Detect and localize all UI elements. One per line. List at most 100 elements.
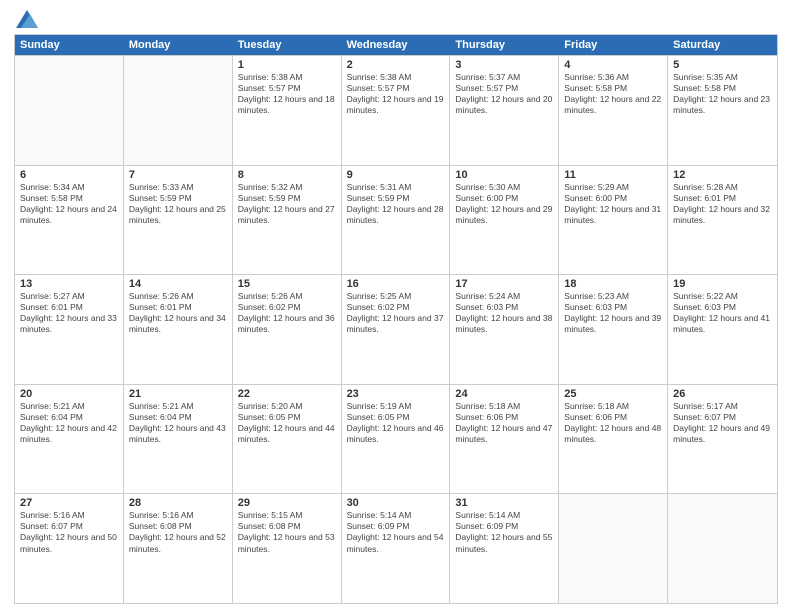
calendar-cell-20: 20Sunrise: 5:21 AM Sunset: 6:04 PM Dayli… [15,385,124,494]
calendar-cell-30: 30Sunrise: 5:14 AM Sunset: 6:09 PM Dayli… [342,494,451,603]
header [14,10,778,28]
day-info: Sunrise: 5:38 AM Sunset: 5:57 PM Dayligh… [347,72,445,116]
calendar-week-1: 1Sunrise: 5:38 AM Sunset: 5:57 PM Daylig… [15,55,777,165]
day-info: Sunrise: 5:25 AM Sunset: 6:02 PM Dayligh… [347,291,445,335]
day-info: Sunrise: 5:16 AM Sunset: 6:07 PM Dayligh… [20,510,118,554]
day-info: Sunrise: 5:33 AM Sunset: 5:59 PM Dayligh… [129,182,227,226]
day-number: 14 [129,278,227,290]
day-info: Sunrise: 5:30 AM Sunset: 6:00 PM Dayligh… [455,182,553,226]
logo [14,10,38,28]
calendar-cell-5: 5Sunrise: 5:35 AM Sunset: 5:58 PM Daylig… [668,56,777,165]
calendar-cell-15: 15Sunrise: 5:26 AM Sunset: 6:02 PM Dayli… [233,275,342,384]
calendar-cell-12: 12Sunrise: 5:28 AM Sunset: 6:01 PM Dayli… [668,166,777,275]
day-number: 31 [455,497,553,509]
calendar-cell-23: 23Sunrise: 5:19 AM Sunset: 6:05 PM Dayli… [342,385,451,494]
header-day-monday: Monday [124,35,233,55]
day-number: 28 [129,497,227,509]
day-number: 8 [238,169,336,181]
logo-icon [16,10,38,28]
day-info: Sunrise: 5:32 AM Sunset: 5:59 PM Dayligh… [238,182,336,226]
calendar-cell-empty-6 [668,494,777,603]
day-number: 4 [564,59,662,71]
day-number: 25 [564,388,662,400]
header-day-friday: Friday [559,35,668,55]
calendar-cell-empty-0 [15,56,124,165]
day-number: 10 [455,169,553,181]
page-container: SundayMondayTuesdayWednesdayThursdayFrid… [0,0,792,612]
calendar-cell-26: 26Sunrise: 5:17 AM Sunset: 6:07 PM Dayli… [668,385,777,494]
header-day-saturday: Saturday [668,35,777,55]
header-day-thursday: Thursday [450,35,559,55]
calendar-week-2: 6Sunrise: 5:34 AM Sunset: 5:58 PM Daylig… [15,165,777,275]
day-number: 18 [564,278,662,290]
calendar-cell-22: 22Sunrise: 5:20 AM Sunset: 6:05 PM Dayli… [233,385,342,494]
day-info: Sunrise: 5:16 AM Sunset: 6:08 PM Dayligh… [129,510,227,554]
calendar-cell-21: 21Sunrise: 5:21 AM Sunset: 6:04 PM Dayli… [124,385,233,494]
calendar-cell-7: 7Sunrise: 5:33 AM Sunset: 5:59 PM Daylig… [124,166,233,275]
calendar-cell-24: 24Sunrise: 5:18 AM Sunset: 6:06 PM Dayli… [450,385,559,494]
calendar-body: 1Sunrise: 5:38 AM Sunset: 5:57 PM Daylig… [15,55,777,603]
calendar-cell-13: 13Sunrise: 5:27 AM Sunset: 6:01 PM Dayli… [15,275,124,384]
day-number: 16 [347,278,445,290]
calendar-cell-27: 27Sunrise: 5:16 AM Sunset: 6:07 PM Dayli… [15,494,124,603]
header-day-wednesday: Wednesday [342,35,451,55]
day-number: 23 [347,388,445,400]
calendar-cell-28: 28Sunrise: 5:16 AM Sunset: 6:08 PM Dayli… [124,494,233,603]
day-number: 7 [129,169,227,181]
day-number: 29 [238,497,336,509]
day-info: Sunrise: 5:23 AM Sunset: 6:03 PM Dayligh… [564,291,662,335]
day-number: 24 [455,388,553,400]
day-info: Sunrise: 5:26 AM Sunset: 6:02 PM Dayligh… [238,291,336,335]
day-info: Sunrise: 5:26 AM Sunset: 6:01 PM Dayligh… [129,291,227,335]
day-number: 22 [238,388,336,400]
day-info: Sunrise: 5:28 AM Sunset: 6:01 PM Dayligh… [673,182,772,226]
day-number: 6 [20,169,118,181]
calendar: SundayMondayTuesdayWednesdayThursdayFrid… [14,34,778,604]
day-number: 11 [564,169,662,181]
calendar-cell-10: 10Sunrise: 5:30 AM Sunset: 6:00 PM Dayli… [450,166,559,275]
day-info: Sunrise: 5:29 AM Sunset: 6:00 PM Dayligh… [564,182,662,226]
calendar-cell-3: 3Sunrise: 5:37 AM Sunset: 5:57 PM Daylig… [450,56,559,165]
day-number: 13 [20,278,118,290]
day-number: 26 [673,388,772,400]
calendar-cell-empty-5 [559,494,668,603]
calendar-cell-19: 19Sunrise: 5:22 AM Sunset: 6:03 PM Dayli… [668,275,777,384]
day-info: Sunrise: 5:21 AM Sunset: 6:04 PM Dayligh… [20,401,118,445]
header-day-sunday: Sunday [15,35,124,55]
day-info: Sunrise: 5:14 AM Sunset: 6:09 PM Dayligh… [455,510,553,554]
day-info: Sunrise: 5:19 AM Sunset: 6:05 PM Dayligh… [347,401,445,445]
day-info: Sunrise: 5:17 AM Sunset: 6:07 PM Dayligh… [673,401,772,445]
day-info: Sunrise: 5:34 AM Sunset: 5:58 PM Dayligh… [20,182,118,226]
day-info: Sunrise: 5:24 AM Sunset: 6:03 PM Dayligh… [455,291,553,335]
day-info: Sunrise: 5:38 AM Sunset: 5:57 PM Dayligh… [238,72,336,116]
day-number: 15 [238,278,336,290]
day-number: 21 [129,388,227,400]
day-info: Sunrise: 5:20 AM Sunset: 6:05 PM Dayligh… [238,401,336,445]
calendar-cell-29: 29Sunrise: 5:15 AM Sunset: 6:08 PM Dayli… [233,494,342,603]
day-info: Sunrise: 5:14 AM Sunset: 6:09 PM Dayligh… [347,510,445,554]
day-number: 2 [347,59,445,71]
calendar-week-5: 27Sunrise: 5:16 AM Sunset: 6:07 PM Dayli… [15,493,777,603]
calendar-cell-11: 11Sunrise: 5:29 AM Sunset: 6:00 PM Dayli… [559,166,668,275]
calendar-cell-6: 6Sunrise: 5:34 AM Sunset: 5:58 PM Daylig… [15,166,124,275]
day-info: Sunrise: 5:35 AM Sunset: 5:58 PM Dayligh… [673,72,772,116]
calendar-cell-16: 16Sunrise: 5:25 AM Sunset: 6:02 PM Dayli… [342,275,451,384]
day-info: Sunrise: 5:31 AM Sunset: 5:59 PM Dayligh… [347,182,445,226]
calendar-cell-empty-1 [124,56,233,165]
day-info: Sunrise: 5:22 AM Sunset: 6:03 PM Dayligh… [673,291,772,335]
day-number: 19 [673,278,772,290]
calendar-header: SundayMondayTuesdayWednesdayThursdayFrid… [15,35,777,55]
calendar-cell-2: 2Sunrise: 5:38 AM Sunset: 5:57 PM Daylig… [342,56,451,165]
calendar-week-4: 20Sunrise: 5:21 AM Sunset: 6:04 PM Dayli… [15,384,777,494]
calendar-cell-14: 14Sunrise: 5:26 AM Sunset: 6:01 PM Dayli… [124,275,233,384]
calendar-cell-9: 9Sunrise: 5:31 AM Sunset: 5:59 PM Daylig… [342,166,451,275]
calendar-cell-17: 17Sunrise: 5:24 AM Sunset: 6:03 PM Dayli… [450,275,559,384]
day-info: Sunrise: 5:21 AM Sunset: 6:04 PM Dayligh… [129,401,227,445]
calendar-week-3: 13Sunrise: 5:27 AM Sunset: 6:01 PM Dayli… [15,274,777,384]
day-number: 30 [347,497,445,509]
day-number: 9 [347,169,445,181]
day-number: 1 [238,59,336,71]
day-info: Sunrise: 5:18 AM Sunset: 6:06 PM Dayligh… [564,401,662,445]
day-number: 3 [455,59,553,71]
calendar-cell-4: 4Sunrise: 5:36 AM Sunset: 5:58 PM Daylig… [559,56,668,165]
